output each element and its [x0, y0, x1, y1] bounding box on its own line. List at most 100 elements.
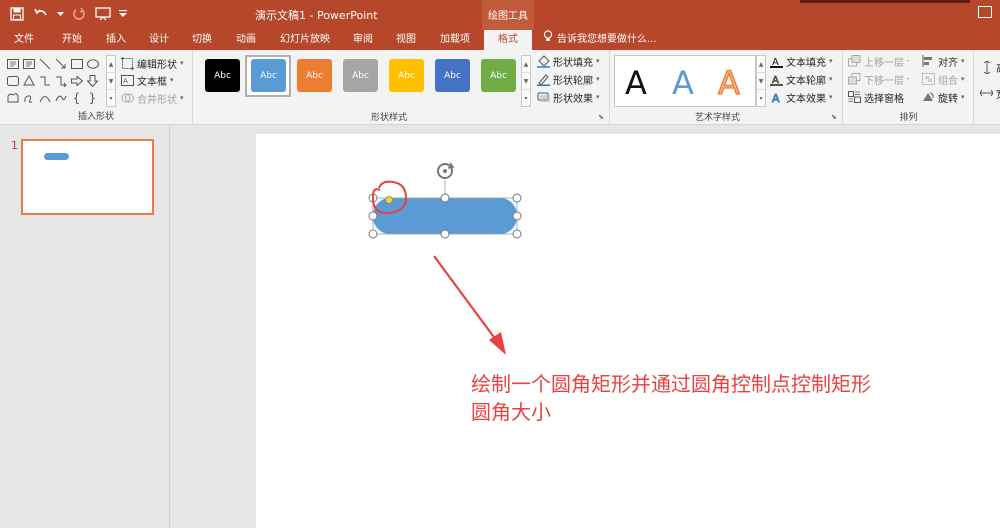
wordart-style-blue[interactable]: A	[672, 64, 694, 102]
shape-effects-button[interactable]: 形状效果 ▾	[537, 88, 600, 106]
line-shape-icon[interactable]	[37, 56, 52, 71]
shape-outline-button[interactable]: 形状轮廓 ▾	[537, 70, 600, 88]
text-box-label: 文本框	[137, 76, 167, 88]
tab-design[interactable]: 设计	[139, 30, 179, 50]
send-backward-icon	[848, 73, 861, 86]
shape-style-preset-gray[interactable]: Abc	[343, 59, 378, 92]
resize-handle-right[interactable]	[512, 211, 522, 221]
send-backward-button[interactable]: 下移一层 -	[848, 70, 910, 88]
selection-pane-button[interactable]: 选择窗格	[848, 88, 904, 106]
wordart-style-orange-outline[interactable]: A	[717, 63, 740, 102]
style-preset-text: Abc	[306, 70, 323, 81]
shape-styles-dialog-launcher-icon[interactable]: ⬊	[598, 113, 606, 121]
wordart-gallery-scroll[interactable]: ▲ ▼ ▾	[756, 55, 766, 107]
vertical-textbox-shape-icon[interactable]	[21, 56, 36, 71]
red-arrow-line	[433, 255, 500, 345]
merge-shapes-button[interactable]: 合并形状 ▾	[121, 89, 184, 107]
shape-style-preset-gold[interactable]: Abc	[389, 59, 424, 92]
undo-icon[interactable]	[32, 5, 50, 23]
shape-fill-button[interactable]: 形状填充 ▾	[537, 52, 600, 70]
freeform-shape-icon[interactable]	[5, 90, 20, 105]
bring-forward-button[interactable]: 上移一层 -	[848, 52, 910, 70]
customize-qat-icon[interactable]	[118, 5, 128, 23]
tab-animations[interactable]: 动画	[226, 30, 266, 50]
scribble-shape-icon[interactable]	[21, 90, 36, 105]
present-icon[interactable]	[94, 5, 112, 23]
elbow-connector-shape-icon[interactable]	[37, 73, 52, 88]
slide-drawing-layer	[368, 162, 522, 355]
style-preset-text: Abc	[352, 70, 369, 81]
slide-canvas[interactable]: 绘制一个圆角矩形并通过圆角控制点控制矩形 圆角大小	[256, 134, 1000, 528]
triangle-shape-icon[interactable]	[21, 73, 36, 88]
down-arrow-shape-icon[interactable]	[85, 73, 100, 88]
resize-handle-top-right[interactable]	[512, 193, 522, 203]
edit-shape-button[interactable]: 编辑形状 ▾	[121, 54, 184, 72]
wordart-dialog-launcher-icon[interactable]: ⬊	[831, 113, 839, 121]
resize-handle-bottom-right[interactable]	[512, 229, 522, 239]
rotate-handle-icon[interactable]	[437, 162, 455, 179]
rotate-button[interactable]: 旋转 ▾	[922, 88, 965, 106]
insert-shapes-group: { } ▲ ▼ ▾ 编辑形状 ▾ A 文本框 ▾ 合并形状 ▾ 插入形状	[0, 50, 193, 125]
shape-style-preset-black[interactable]: Abc	[205, 59, 240, 92]
annotation-line-2: 圆角大小	[471, 400, 551, 424]
shape-styles-gallery-scroll[interactable]: ▲ ▼ ▾	[521, 55, 531, 107]
shape-style-preset-darkblue[interactable]: Abc	[435, 59, 470, 92]
right-arrow-shape-icon[interactable]	[69, 73, 84, 88]
shape-style-preset-orange[interactable]: Abc	[297, 59, 332, 92]
tab-slideshow[interactable]: 幻灯片放映	[274, 30, 336, 50]
elbow-arrow-shape-icon[interactable]	[53, 73, 68, 88]
shape-style-preset-blue[interactable]: Abc	[251, 59, 286, 92]
text-box-button[interactable]: A 文本框 ▾	[121, 71, 174, 89]
slide-editing-area: 绘制一个圆角矩形并通过圆角控制点控制矩形 圆角大小	[171, 126, 1000, 528]
group-button[interactable]: 组合 ▾	[922, 70, 965, 88]
textbox-shape-icon[interactable]	[5, 56, 20, 71]
resize-handle-bottom[interactable]	[440, 229, 450, 239]
shape-height-field[interactable]: 高	[980, 58, 1000, 76]
tab-transitions[interactable]: 切换	[182, 30, 222, 50]
text-fill-button[interactable]: A 文本填充 ▾	[770, 52, 833, 70]
redo-icon[interactable]	[70, 5, 88, 23]
resize-handle-bottom-left[interactable]	[368, 229, 378, 239]
shapes-gallery: { }	[5, 56, 105, 107]
ellipse-shape-icon[interactable]	[85, 56, 100, 71]
align-button[interactable]: 对齐 ▾	[922, 52, 965, 70]
rotate-icon	[922, 91, 935, 104]
svg-text:A: A	[123, 77, 128, 85]
tab-view[interactable]: 视图	[386, 30, 426, 50]
resize-handle-left[interactable]	[368, 211, 378, 221]
save-icon[interactable]	[8, 5, 26, 23]
shape-width-field[interactable]: 宽	[980, 84, 1000, 102]
tell-me-text: 告诉我您想要做什么...	[557, 34, 657, 45]
right-brace-shape-icon[interactable]: }	[85, 90, 100, 105]
shapes-gallery-scroll[interactable]: ▲ ▼ ▾	[106, 55, 116, 107]
text-outline-button[interactable]: A 文本轮廓 ▾	[770, 70, 833, 88]
window-title: 演示文稿1 - PowerPoint	[255, 9, 378, 22]
tell-me-box[interactable]: 告诉我您想要做什么...	[543, 30, 657, 50]
rounded-rect-shape-icon[interactable]	[5, 73, 20, 88]
tab-format[interactable]: 格式	[484, 30, 532, 50]
text-effects-button[interactable]: A 文本效果 ▾	[770, 88, 833, 106]
text-fill-icon: A	[770, 55, 783, 68]
curve-shape-icon[interactable]	[53, 90, 68, 105]
slide-thumbnail[interactable]	[21, 139, 154, 215]
arrow-line-shape-icon[interactable]	[53, 56, 68, 71]
quick-access-toolbar	[8, 5, 128, 23]
shape-effects-icon	[537, 91, 550, 104]
tab-insert[interactable]: 插入	[96, 30, 136, 50]
annotation-line-1: 绘制一个圆角矩形并通过圆角控制点控制矩形	[471, 372, 871, 396]
shape-style-preset-green[interactable]: Abc	[481, 59, 516, 92]
rectangle-shape-icon[interactable]	[69, 56, 84, 71]
tab-home[interactable]: 开始	[52, 30, 92, 50]
rounded-rectangle-shape[interactable]	[373, 198, 517, 234]
left-brace-shape-icon[interactable]: {	[69, 90, 84, 105]
tab-file[interactable]: 文件	[4, 30, 44, 50]
resize-handle-top[interactable]	[440, 193, 450, 203]
wordart-style-black[interactable]: A	[625, 64, 647, 102]
corner-radius-adjust-handle[interactable]	[385, 196, 393, 204]
tab-review[interactable]: 审阅	[343, 30, 383, 50]
arc-shape-icon[interactable]	[37, 90, 52, 105]
text-box-icon: A	[121, 74, 134, 87]
tab-addins[interactable]: 加载项	[432, 30, 478, 50]
undo-dropdown-icon[interactable]	[56, 5, 64, 23]
ribbon-display-options-icon[interactable]	[978, 6, 992, 18]
